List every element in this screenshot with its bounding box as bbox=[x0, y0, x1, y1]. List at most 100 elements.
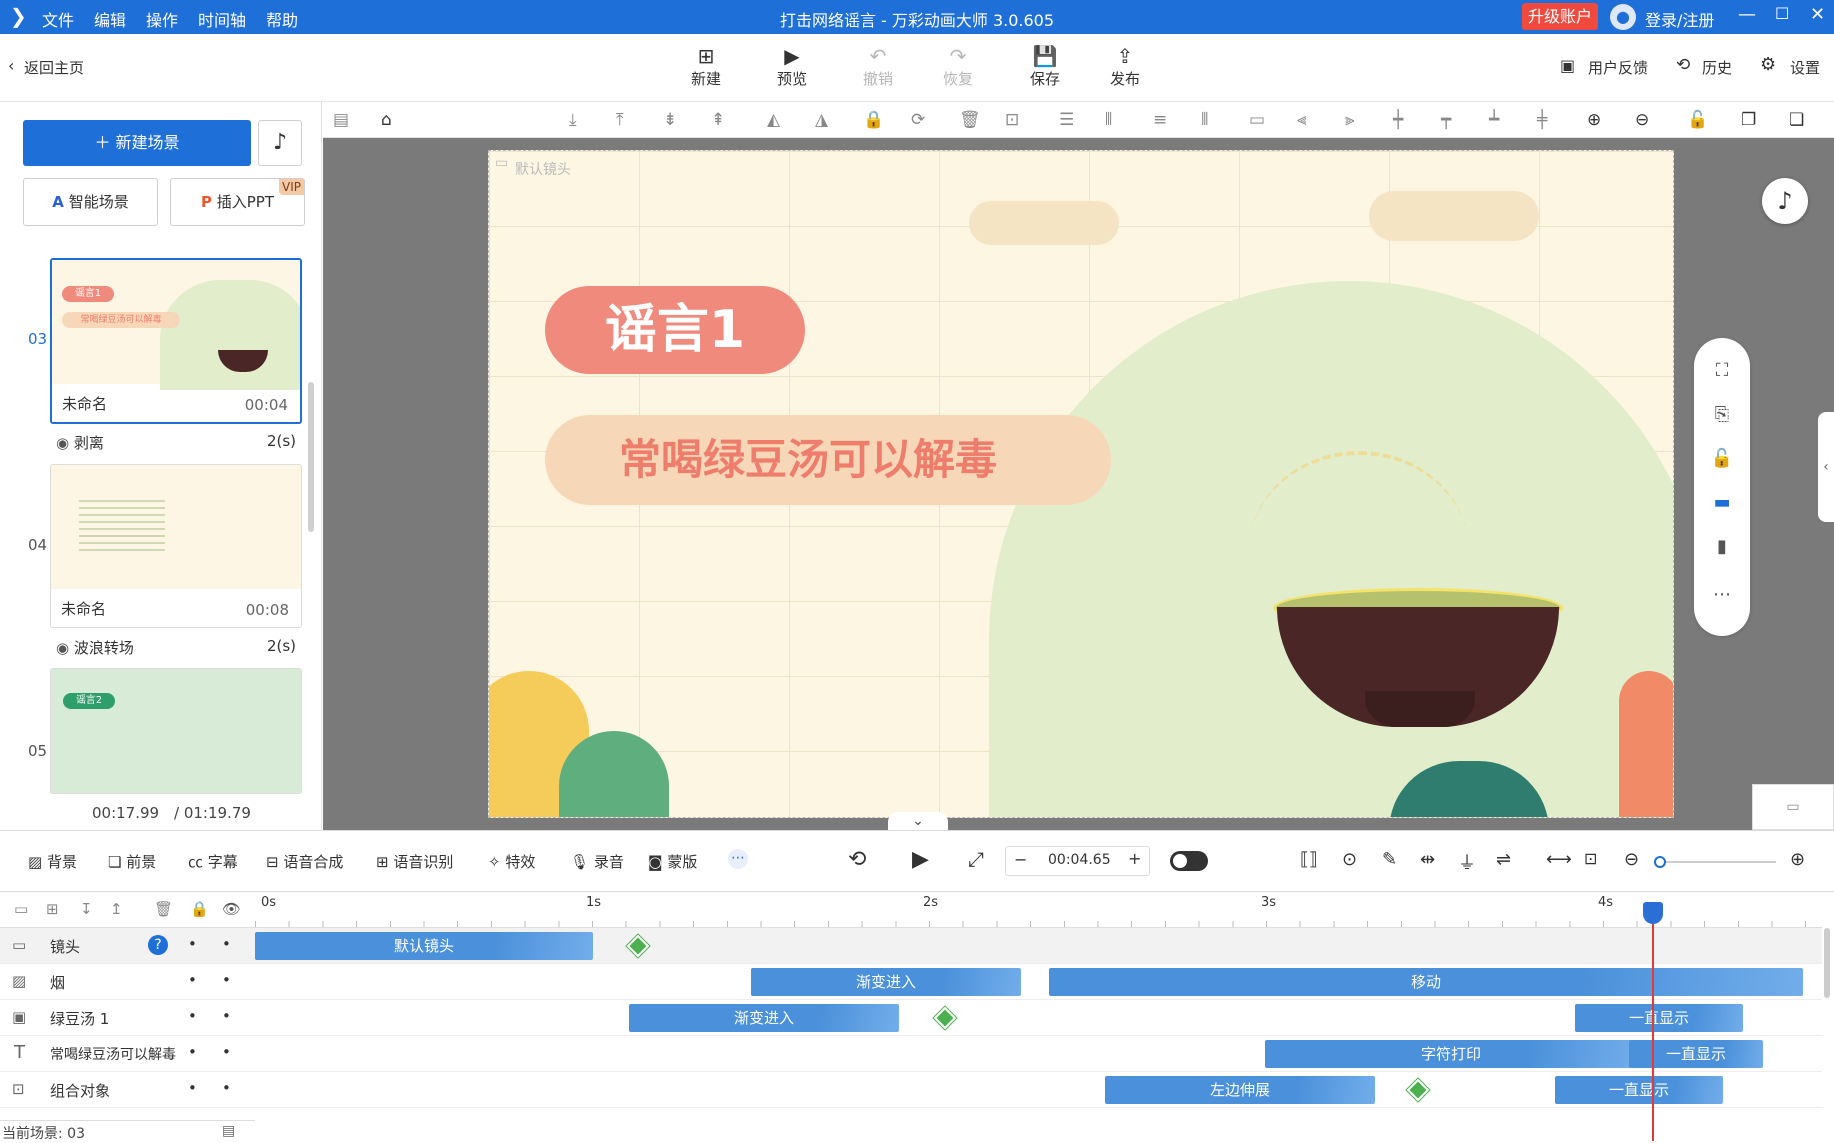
settings-link[interactable]: 设置 bbox=[1790, 57, 1820, 78]
time-stepper[interactable]: − 00:04.65 + bbox=[1005, 846, 1150, 876]
move-down-icon[interactable]: ⇟ bbox=[663, 110, 677, 130]
track-row[interactable]: ⊡ 组合对象 • • bbox=[0, 1072, 255, 1108]
menu-timeline[interactable]: 时间轴 bbox=[198, 7, 246, 31]
screen-landscape-icon[interactable]: ▬ bbox=[1694, 492, 1750, 513]
flip-vertical-icon[interactable]: ◮ bbox=[815, 110, 828, 130]
effects-button[interactable]: ✧ 特效 bbox=[488, 851, 535, 872]
align-top-icon[interactable]: ⤒ bbox=[616, 110, 624, 130]
zoom-out-icon[interactable]: ⊖ bbox=[1635, 110, 1649, 130]
collapse-right-panel[interactable]: ‹ bbox=[1818, 412, 1834, 522]
transition-row[interactable]: ◉ 剥离 2(s) bbox=[56, 432, 296, 453]
tag-pill[interactable]: 谣言1 bbox=[545, 286, 805, 374]
delete-icon[interactable]: 🗑 bbox=[154, 900, 173, 918]
more-tools-icon[interactable]: ⋯ bbox=[728, 849, 748, 869]
capture-icon[interactable]: ⟦⟧ bbox=[1300, 849, 1318, 870]
clip[interactable]: 一直显示 bbox=[1629, 1040, 1763, 1068]
undo-button[interactable]: ↶ 撤销 bbox=[850, 44, 906, 89]
music-float-button[interactable]: ♪ bbox=[1762, 178, 1808, 224]
zoom-slider-handle[interactable] bbox=[1654, 856, 1666, 868]
align-bottom-icon[interactable]: ⤓ bbox=[569, 110, 577, 130]
unlock-icon[interactable]: 🔓 bbox=[1687, 110, 1708, 130]
track-lane[interactable]: 渐变进入 移动 bbox=[255, 964, 1822, 1000]
clip[interactable]: 左边伸展 bbox=[1105, 1076, 1375, 1104]
track-lane[interactable]: 字符打印 一直显示 bbox=[255, 1036, 1822, 1072]
align-bottom2-icon[interactable]: ┷ bbox=[1489, 110, 1499, 130]
track-lane[interactable]: 渐变进入 一直显示 bbox=[255, 1000, 1822, 1036]
foreground-button[interactable]: ❏ 前景 bbox=[108, 851, 156, 872]
dot-icon[interactable]: • bbox=[188, 971, 197, 989]
close-icon[interactable]: ✕ bbox=[1810, 4, 1825, 25]
minimize-icon[interactable]: — bbox=[1738, 4, 1756, 25]
playhead[interactable] bbox=[1652, 906, 1654, 1141]
play-icon[interactable]: ▶ bbox=[912, 847, 929, 872]
scene-card-04[interactable]: 未命名 00:08 bbox=[50, 464, 302, 628]
eye-icon[interactable]: 👁 bbox=[222, 900, 241, 918]
home-icon[interactable]: ⌂ bbox=[381, 110, 392, 130]
back-arrow-icon[interactable]: ‹ bbox=[8, 56, 14, 75]
clip[interactable]: 渐变进入 bbox=[629, 1004, 899, 1032]
move-down-icon[interactable]: ↧ bbox=[80, 900, 93, 918]
zoom-out-icon[interactable]: ⊖ bbox=[1624, 849, 1639, 870]
align-left-icon[interactable]: ⫷ bbox=[1297, 110, 1307, 130]
menu-help[interactable]: 帮助 bbox=[266, 7, 298, 31]
dot-icon[interactable]: • bbox=[222, 971, 231, 989]
scene-card-05[interactable]: 谣言2 bbox=[50, 668, 302, 794]
back-home-link[interactable]: 返回主页 bbox=[24, 57, 84, 78]
plus-icon[interactable]: + bbox=[1128, 849, 1141, 868]
unlock-icon[interactable]: ⎘ bbox=[1694, 404, 1750, 425]
track-row[interactable]: ▨ 烟 • • bbox=[0, 964, 255, 1000]
current-time-field[interactable]: 00:04.65 bbox=[1048, 852, 1111, 868]
align-middle-icon[interactable]: ┿ bbox=[1393, 110, 1403, 130]
align-mid2-icon[interactable]: ╪ bbox=[1537, 110, 1547, 130]
copy-icon[interactable]: ❐ bbox=[1741, 110, 1756, 130]
fullscreen-icon[interactable]: ⤢ bbox=[968, 847, 984, 871]
track-lane[interactable]: 左边伸展 一直显示 bbox=[255, 1072, 1822, 1108]
clip[interactable]: 字符打印 bbox=[1265, 1040, 1637, 1068]
dot-icon[interactable]: • bbox=[222, 1079, 231, 1097]
new-folder-icon[interactable]: ⊞ bbox=[46, 900, 59, 918]
dot-icon[interactable]: • bbox=[222, 935, 231, 953]
dot-icon[interactable]: • bbox=[222, 1043, 231, 1061]
dot-icon[interactable]: • bbox=[188, 935, 197, 953]
clip[interactable]: 移动 bbox=[1049, 968, 1803, 996]
upgrade-button[interactable]: 升级账户 bbox=[1522, 3, 1599, 30]
lock-icon[interactable]: 🔓 bbox=[1694, 448, 1750, 469]
lock-icon[interactable]: 🔒 bbox=[863, 110, 884, 130]
dot-icon[interactable]: • bbox=[188, 1079, 197, 1097]
dot-icon[interactable]: • bbox=[222, 1007, 231, 1025]
track-row[interactable]: ▣ 绿豆汤 1 • • bbox=[0, 1000, 255, 1036]
zoom-in-icon[interactable]: ⊕ bbox=[1790, 849, 1805, 870]
minimap[interactable]: ▭ bbox=[1752, 784, 1834, 830]
align-top2-icon[interactable]: ┯ bbox=[1441, 110, 1451, 130]
clip[interactable]: 默认镜头 bbox=[255, 932, 593, 960]
add-keyframe-icon[interactable] bbox=[626, 934, 650, 958]
publish-button[interactable]: ⇪ 发布 bbox=[1097, 44, 1153, 89]
align-center-h-icon[interactable]: ⦀ bbox=[1201, 110, 1208, 130]
distribute-v-icon[interactable]: ⫴ bbox=[1105, 110, 1112, 130]
timeline-scrollbar[interactable] bbox=[1824, 928, 1830, 998]
mask-button[interactable]: ◙ 蒙版 bbox=[648, 851, 697, 872]
playhead-handle[interactable] bbox=[1643, 902, 1663, 924]
minus-icon[interactable]: − bbox=[1014, 850, 1027, 869]
canvas-collapse-toggle[interactable]: ⌄ bbox=[888, 812, 948, 830]
rotate-icon[interactable]: ⟳ bbox=[911, 110, 925, 130]
toggle-switch[interactable] bbox=[1170, 851, 1208, 871]
zoom-slider[interactable] bbox=[1654, 856, 1776, 868]
history-link[interactable]: 历史 bbox=[1702, 57, 1732, 78]
help-icon[interactable]: ? bbox=[148, 935, 168, 955]
transition-row[interactable]: ◉ 波浪转场 2(s) bbox=[56, 637, 296, 658]
background-button[interactable]: ▨ 背景 bbox=[28, 851, 77, 872]
clip[interactable]: 渐变进入 bbox=[751, 968, 1021, 996]
scene-card-03[interactable]: 谣言1 常喝绿豆汤可以解毒 未命名 00:04 bbox=[50, 258, 302, 424]
adjust-icon[interactable]: ⇌ bbox=[1496, 849, 1511, 870]
preview-button[interactable]: ▶ 预览 bbox=[764, 44, 820, 89]
menu-file[interactable]: 文件 bbox=[42, 7, 74, 31]
zoom-in-icon[interactable]: ⊕ bbox=[1587, 110, 1601, 130]
fit-icon[interactable]: ⊡ bbox=[1005, 110, 1019, 130]
path-icon[interactable]: ⇹ bbox=[1420, 849, 1435, 870]
asr-button[interactable]: ⊞ 语音识别 bbox=[376, 851, 453, 872]
folder-icon[interactable]: ▭ bbox=[14, 900, 28, 918]
fullscreen-icon[interactable]: ⛶ bbox=[1694, 360, 1750, 381]
tts-button[interactable]: ⊟ 语音合成 bbox=[266, 851, 343, 872]
track-row[interactable]: T 常喝绿豆汤可以解毒 • • bbox=[0, 1036, 255, 1072]
